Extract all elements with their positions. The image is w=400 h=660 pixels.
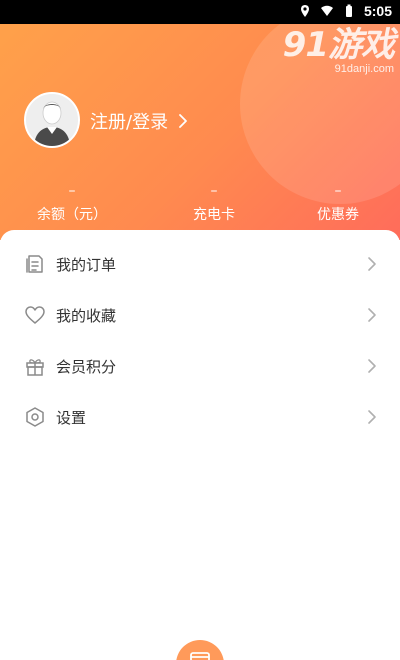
chevron-right-icon	[368, 257, 376, 271]
stat-balance-value: –	[68, 183, 76, 199]
profile-header: 91游戏 91danji.com 注册/登录 – 余额（元） – 充电卡 – 优…	[0, 24, 400, 240]
login-link[interactable]: 注册/登录	[90, 108, 188, 134]
chevron-right-icon	[368, 308, 376, 322]
chevron-right-icon	[368, 359, 376, 373]
stat-balance[interactable]: – 余额（元）	[17, 184, 127, 224]
stat-charge-card-value: –	[210, 183, 218, 199]
menu-label-member-points: 会员积分	[56, 357, 117, 376]
stat-charge-card-label: 充电卡	[193, 207, 235, 223]
watermark-title: 91游戏	[282, 25, 395, 65]
menu-label-favorites: 我的收藏	[56, 306, 117, 325]
watermark-logo: 91游戏 91danji.com	[282, 25, 395, 75]
stat-charge-card[interactable]: – 充电卡	[159, 184, 269, 224]
avatar[interactable]	[24, 92, 80, 148]
location-icon	[300, 5, 309, 17]
stat-balance-label: 余额（元）	[37, 207, 107, 223]
battery-icon	[345, 4, 352, 17]
stat-coupons[interactable]: – 优惠券	[283, 184, 393, 224]
watermark-domain: 91danji.com	[334, 63, 394, 75]
card-icon	[190, 652, 210, 660]
chevron-right-icon	[179, 114, 187, 128]
wifi-icon	[320, 5, 333, 16]
menu-item-favorites[interactable]: 我的收藏	[0, 289, 400, 341]
menu-item-member-points[interactable]: 会员积分	[0, 340, 400, 392]
stat-coupons-label: 优惠券	[317, 207, 359, 223]
user-silhouette-icon	[26, 94, 78, 146]
heart-icon	[25, 306, 45, 324]
menu-item-settings[interactable]: 设置	[0, 391, 400, 443]
stats-row: – 余额（元） – 充电卡 – 优惠券	[0, 184, 400, 224]
orders-icon	[26, 255, 43, 273]
stat-coupons-value: –	[334, 183, 342, 199]
status-indicators: 5:05	[298, 3, 392, 19]
status-bar: 5:05	[0, 0, 400, 24]
menu-label-settings: 设置	[56, 408, 87, 427]
menu-item-orders[interactable]: 我的订单	[0, 238, 400, 290]
menu-card: 我的订单 我的收藏 会员积分 设置	[0, 230, 400, 660]
chevron-right-icon	[368, 410, 376, 424]
status-time: 5:05	[363, 3, 392, 19]
settings-icon	[26, 407, 44, 427]
menu-label-orders: 我的订单	[56, 255, 117, 274]
gift-icon	[26, 359, 44, 376]
login-label: 注册/登录	[90, 112, 169, 133]
